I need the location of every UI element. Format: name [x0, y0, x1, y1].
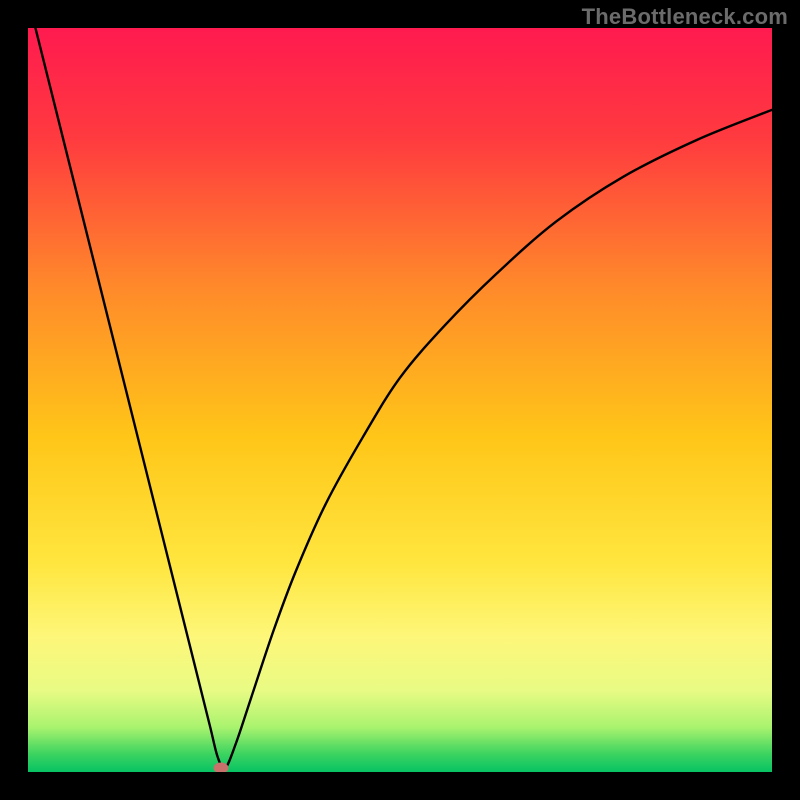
- watermark: TheBottleneck.com: [582, 4, 788, 30]
- bottleneck-curve: [28, 28, 772, 772]
- chart-frame: TheBottleneck.com: [0, 0, 800, 800]
- plot-area: [28, 28, 772, 772]
- min-marker: [214, 762, 229, 772]
